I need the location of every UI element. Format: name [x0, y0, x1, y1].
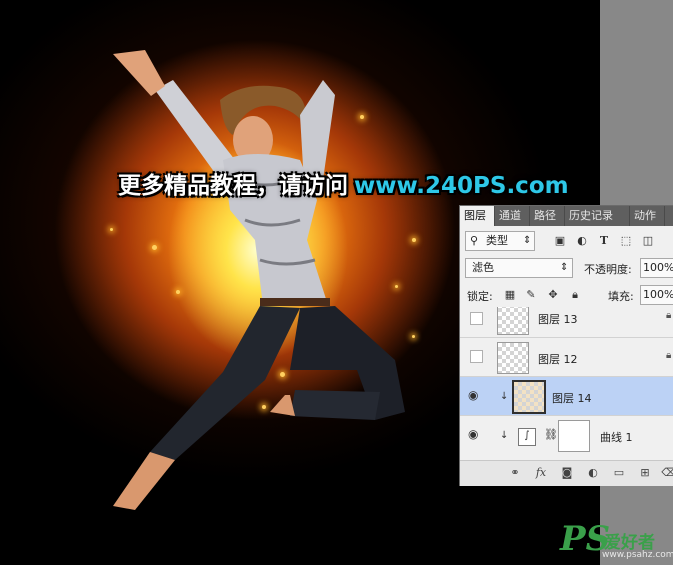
blend-mode-select[interactable]: 滤色 ⇕: [465, 258, 573, 278]
layer-row[interactable]: 图层 13 🔒︎: [460, 307, 673, 338]
lock-brush-icon[interactable]: ✎: [524, 288, 538, 302]
layer-thumbnail: [497, 307, 529, 335]
blend-mode-value: 滤色: [472, 261, 494, 274]
watermark-url: www.240PS.com: [354, 173, 569, 199]
type-filter-icon[interactable]: T: [597, 234, 611, 248]
jumping-woman-figure: [113, 50, 405, 510]
layer-name: 图层 12: [538, 353, 578, 366]
layer-row[interactable]: ◉ ↓ ∫ ⛓ 曲线 1: [460, 415, 673, 455]
layer-name: 图层 14: [552, 392, 592, 405]
layer-row-selected[interactable]: ◉ ↓ 图层 14: [460, 376, 673, 416]
fill-value: 100%: [643, 288, 673, 301]
panel-tab-bar: 图层 通道 路径 历史记录 动作: [460, 206, 673, 226]
search-icon: ⚲: [470, 234, 479, 247]
layer-name: 图层 13: [538, 313, 578, 326]
eye-icon[interactable]: ◉: [468, 428, 481, 441]
clipping-mask-icon: ↓: [500, 391, 509, 402]
tab-history[interactable]: 历史记录: [565, 206, 630, 226]
clipping-mask-icon: ↓: [500, 430, 509, 441]
tab-layers[interactable]: 图层: [460, 206, 495, 226]
panel-footer: ⚭ fx ◙ ◐ ▭ ⊞ ⌫: [460, 460, 673, 486]
updown-arrow-icon: ⇕: [523, 235, 532, 246]
layer-thumbnail: [512, 380, 546, 414]
tab-channels[interactable]: 通道: [495, 206, 530, 226]
lock-icon: 🔒︎: [666, 350, 672, 361]
tab-paths[interactable]: 路径: [530, 206, 565, 226]
layer-thumbnail: [497, 342, 529, 374]
add-mask-icon[interactable]: ◙: [559, 465, 575, 481]
image-filter-icon[interactable]: ▣: [553, 234, 567, 248]
eye-icon[interactable]: ◉: [468, 389, 481, 402]
layer-row[interactable]: 图层 12 🔒︎: [460, 337, 673, 377]
visibility-toggle[interactable]: [470, 312, 483, 325]
lock-move-icon[interactable]: ✥: [546, 288, 560, 302]
fill-input[interactable]: 100%: [640, 285, 673, 305]
shape-filter-icon[interactable]: ⬚: [619, 234, 633, 248]
updown-arrow-icon: ⇕: [560, 262, 569, 273]
lock-row: 锁定: ▦ ✎ ✥ 🔒︎ 填充: 100%: [460, 284, 673, 306]
lock-transparent-icon[interactable]: ▦: [503, 288, 517, 302]
lock-label: 锁定:: [467, 290, 493, 303]
layer-name: 曲线 1: [600, 431, 633, 444]
filter-type-label: 类型: [486, 234, 508, 247]
adjustment-filter-icon[interactable]: ◐: [575, 234, 589, 248]
layers-panel: 图层 通道 路径 历史记录 动作 ⚲ 类型 ⇕ ▣ ◐ T ⬚ ◫ 滤色 ⇕ 不…: [459, 205, 673, 486]
watermark: 更多精品教程，请访问 www.240PS.com: [118, 166, 569, 200]
filter-row: ⚲ 类型 ⇕ ▣ ◐ T ⬚ ◫: [460, 229, 673, 251]
delete-layer-icon[interactable]: ⌫: [661, 465, 673, 481]
opacity-label: 不透明度:: [584, 263, 632, 276]
smart-object-filter-icon[interactable]: ◫: [641, 234, 655, 248]
new-group-icon[interactable]: ▭: [611, 465, 627, 481]
visibility-toggle[interactable]: [470, 350, 483, 363]
layer-mask-thumbnail: [558, 420, 590, 452]
logo-url-text: www.psahz.com: [602, 550, 673, 560]
fill-label: 填充:: [608, 290, 634, 303]
opacity-value: 100%: [643, 261, 673, 274]
fx-icon[interactable]: fx: [533, 465, 549, 481]
lock-all-icon[interactable]: 🔒︎: [568, 288, 582, 302]
lock-icon: 🔒︎: [666, 310, 672, 321]
link-layers-icon[interactable]: ⚭: [507, 465, 523, 481]
blend-row: 滤色 ⇕ 不透明度: 100%: [460, 256, 673, 278]
new-layer-icon[interactable]: ⊞: [637, 465, 653, 481]
layer-filter-select[interactable]: ⚲ 类型 ⇕: [465, 231, 535, 251]
adjustment-layer-icon[interactable]: ◐: [585, 465, 601, 481]
layer-list: 图层 13 🔒︎ 图层 12 🔒︎ ◉ ↓ 图层 14 ◉ ↓ ∫ ⛓ 曲线 1: [460, 307, 673, 460]
chain-link-icon: ⛓: [544, 428, 558, 441]
opacity-input[interactable]: 100%: [640, 258, 673, 278]
tab-actions[interactable]: 动作: [630, 206, 665, 226]
curves-adjustment-icon: ∫: [518, 428, 536, 446]
watermark-text: 更多精品教程，请访问: [118, 173, 348, 199]
